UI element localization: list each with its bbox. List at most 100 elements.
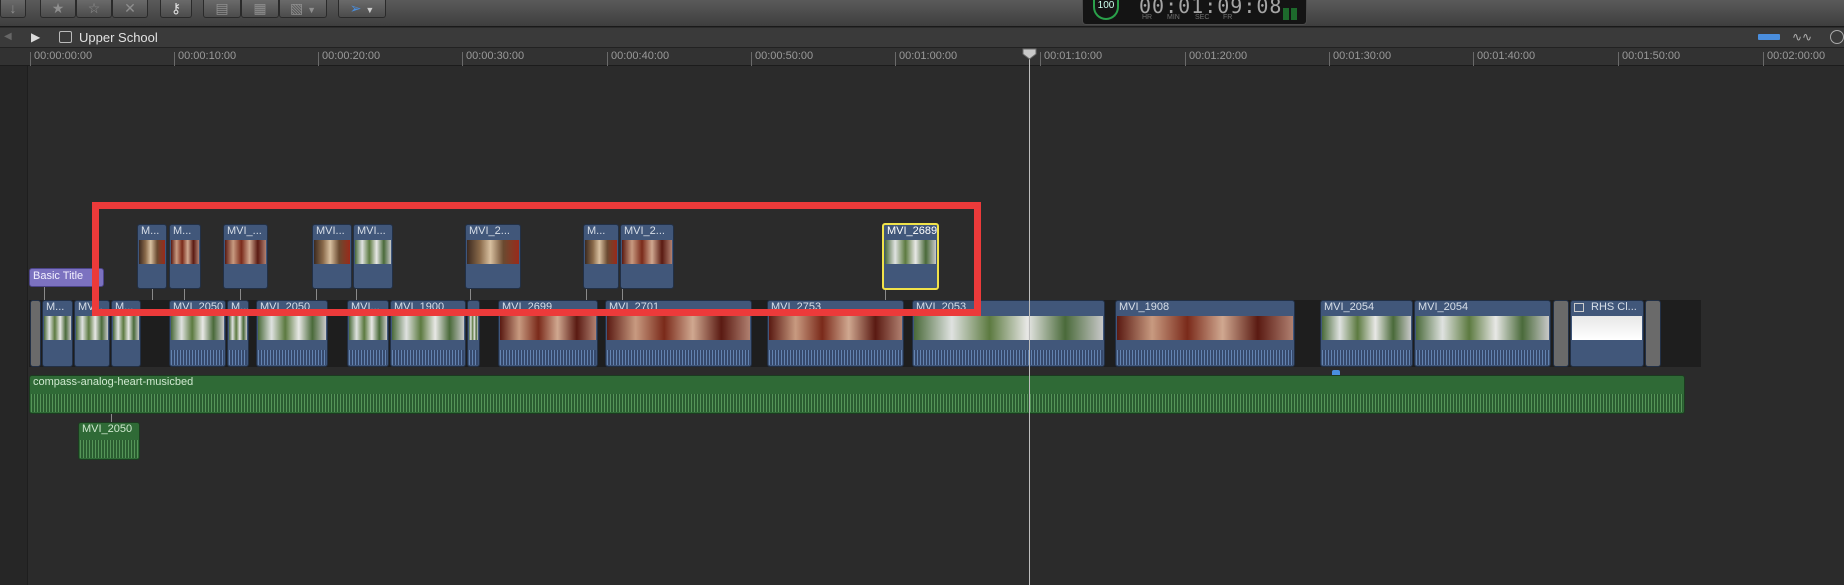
clip-thumbnail (76, 316, 108, 340)
clip-thumbnail (1322, 316, 1411, 340)
clip-thumbnail (500, 316, 596, 340)
ruler-label: 00:00:00:00 (34, 50, 93, 62)
ruler-tick (318, 52, 319, 66)
clip-label: MVI_2054 (1418, 301, 1469, 313)
storyline-clip[interactable]: MVI_1908 (1115, 300, 1295, 367)
reject-button[interactable]: ✕ (112, 0, 148, 18)
transition[interactable] (1645, 300, 1661, 367)
ruler-label: 00:01:50:00 (1622, 50, 1681, 62)
tc-unit-min: MIN (1167, 14, 1180, 21)
arrow-pointer-icon: ➢ (349, 0, 362, 16)
clip-waveform (769, 350, 902, 365)
download-arrow-icon: ↓ (9, 0, 17, 16)
storyline-clip[interactable]: M... (42, 300, 73, 367)
import-button[interactable]: ↓ (0, 0, 26, 18)
ruler-tick (1040, 52, 1041, 66)
ruler-tick (462, 52, 463, 66)
timeline-header: ◀ ▶ Upper School ∿∿ (0, 28, 1844, 48)
storyline-clip[interactable]: MVI_2054 (1320, 300, 1413, 367)
star-outline-icon: ☆ (87, 0, 101, 16)
clip-thumbnail (349, 316, 387, 340)
ruler-label: 00:00:50:00 (755, 50, 814, 62)
ruler-label: 00:01:30:00 (1333, 50, 1392, 62)
ruler-tick (751, 52, 752, 66)
timeline-window: ↓ ★ ☆ ✕ ⚷ ▤ ▦ ▧ ▼ ➢ ▼ 100 00:01:09:08 HR… (0, 0, 1844, 585)
insert-clip-button[interactable]: ▦ (241, 0, 279, 18)
playhead[interactable] (1029, 52, 1030, 585)
timecode-display[interactable]: 100 00:01:09:08 HR MIN SEC FR (1082, 0, 1307, 25)
favorite-button[interactable]: ★ (40, 0, 76, 18)
clip-waveform (349, 350, 387, 365)
ruler-tick (174, 52, 175, 66)
clip-thumbnail (1572, 316, 1642, 340)
ruler-tick (895, 52, 896, 66)
tool-select-button[interactable]: ➢ ▼ (338, 0, 386, 18)
ruler-label: 00:01:10:00 (1044, 50, 1103, 62)
audio-meter-left (1283, 8, 1289, 20)
ruler-tick (30, 52, 31, 66)
ruler-tick (1618, 52, 1619, 66)
clip-label: M... (46, 301, 65, 313)
clip-waveform (469, 350, 478, 365)
project-title: Upper School (79, 30, 158, 45)
toolbar: ↓ ★ ☆ ✕ ⚷ ▤ ▦ ▧ ▼ ➢ ▼ 100 00:01:09:08 HR… (0, 0, 1844, 27)
clip-waveform (80, 440, 138, 458)
time-ruler[interactable]: 00:00:00:00 00:00:10:00 00:00:20:00 00:0… (0, 48, 1844, 66)
clip-waveform (31, 394, 1683, 412)
clip-waveform (500, 350, 596, 365)
ruler-label: 00:00:30:00 (466, 50, 525, 62)
storyline-clip[interactable]: RHS Cl... (1570, 300, 1644, 367)
title-generator-icon (1574, 303, 1584, 312)
skimming-icon[interactable] (1830, 30, 1844, 44)
tc-unit-sec: SEC (1195, 14, 1210, 21)
back-arrow-icon[interactable]: ◀ (4, 31, 12, 42)
clip-thumbnail (914, 316, 1103, 340)
clip-connector (111, 414, 112, 422)
key-icon: ⚷ (170, 0, 182, 16)
clip-label: MVI_2054 (1324, 301, 1375, 313)
clip-thumbnail (258, 316, 326, 340)
clip-thumbnail (607, 316, 750, 340)
unrate-button[interactable]: ☆ (76, 0, 112, 18)
ruler-label: 00:01:00:00 (899, 50, 958, 62)
connect-clip-button[interactable]: ▤ (203, 0, 241, 18)
play-icon[interactable]: ▶ (31, 30, 40, 44)
ruler-tick (1329, 52, 1330, 66)
clip-thumbnail (229, 316, 247, 340)
tc-unit-hr: HR (1142, 14, 1153, 21)
playhead-handle[interactable] (1022, 48, 1037, 60)
timeline-gutter (0, 66, 28, 585)
keyword-button[interactable]: ⚷ (160, 0, 192, 18)
clip-waveform (1322, 350, 1411, 365)
ruler-tick (1185, 52, 1186, 66)
project-icon (59, 31, 72, 43)
clip-thumbnail (769, 316, 902, 340)
clip-label: compass-analog-heart-musicbed (33, 376, 194, 388)
clip-label: Basic Title (33, 270, 84, 282)
clip-waveform (258, 350, 326, 365)
clip-thumbnail (44, 316, 71, 340)
transition[interactable] (30, 300, 41, 367)
append-clip-button[interactable]: ▧ ▼ (279, 0, 327, 18)
clip-thumbnail (392, 316, 464, 340)
clip-thumbnail (1416, 316, 1549, 340)
clip-waveform (229, 350, 247, 365)
audio-clip[interactable]: MVI_2050 (78, 422, 140, 460)
clip-thumbnail (469, 316, 478, 340)
chevron-down-icon: ▼ (307, 5, 317, 15)
connect-clip-icon: ▤ (215, 0, 229, 16)
transition[interactable] (1553, 300, 1569, 367)
clip-waveform (171, 350, 224, 365)
ruler-tick (607, 52, 608, 66)
music-clip[interactable]: compass-analog-heart-musicbed (29, 375, 1685, 414)
audio-waveform-icon[interactable]: ∿∿ (1792, 30, 1812, 44)
ruler-label: 00:01:20:00 (1189, 50, 1248, 62)
insert-clip-icon: ▦ (253, 0, 267, 16)
x-icon: ✕ (124, 0, 136, 16)
star-icon: ★ (51, 0, 65, 16)
clip-thumbnail (113, 316, 139, 340)
clip-waveform (392, 350, 464, 365)
storyline-clip[interactable]: MVI_2054 (1414, 300, 1551, 367)
clip-appearance-icon[interactable] (1758, 34, 1780, 40)
clip-label: MVI_1908 (1119, 301, 1170, 313)
